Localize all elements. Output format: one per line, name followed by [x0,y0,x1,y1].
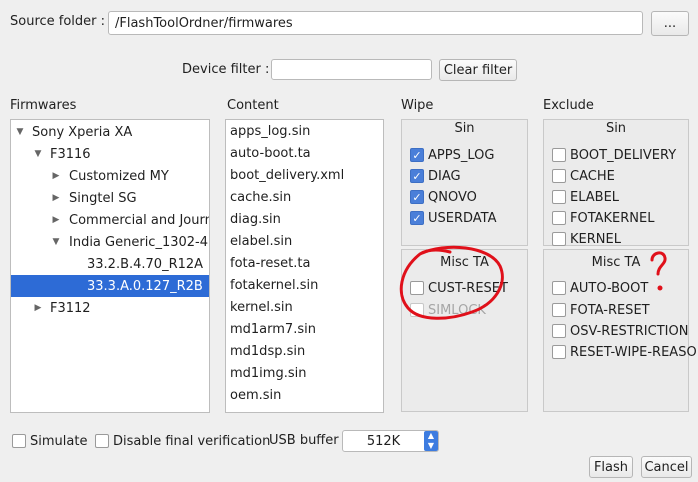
spin-arrows-icon[interactable]: ▲ ▼ [424,431,438,451]
exclude-cache-checkbox[interactable]: CACHE [552,166,615,186]
expanded-arrow-icon[interactable]: ▼ [51,237,61,247]
tree-item-sony-xperia-xa[interactable]: ▼ Sony Xperia XA [11,121,209,143]
list-item[interactable]: kernel.sin [226,297,383,319]
tree-item-india-generic[interactable]: ▼ India Generic_1302-438 [11,231,209,253]
checkbox-checked-icon[interactable] [410,211,424,225]
tree-item-commercial-and-journal[interactable]: ▶ Commercial and Journa [11,209,209,231]
tree-item-f3112[interactable]: ▶ F3112 [11,297,209,319]
wipe-sin-group: Sin APPS_LOG DIAG QNOVO USERDATA [401,119,528,246]
list-item[interactable]: cache.sin [226,187,383,209]
tree-item-customized-my[interactable]: ▶ Customized MY [11,165,209,187]
collapsed-arrow-icon[interactable]: ▶ [51,215,61,225]
list-item[interactable]: auto-boot.ta [226,143,383,165]
firmwares-tree[interactable]: ▼ Sony Xperia XA ▼ F3116 ▶ Customized MY… [10,119,210,413]
list-item[interactable]: md1img.sin [226,363,383,385]
exclude-reset-wipe-reason-checkbox[interactable]: RESET-WIPE-REASO [552,342,697,362]
list-item[interactable]: md1dsp.sin [226,341,383,363]
list-item[interactable]: diag.sin [226,209,383,231]
checkbox-checked-icon[interactable] [410,190,424,204]
checkbox-unchecked-icon[interactable] [552,211,566,225]
list-item[interactable]: oem.sin [226,385,383,407]
wipe-diag-checkbox[interactable]: DIAG [410,166,461,186]
tree-item-singtel-sg[interactable]: ▶ Singtel SG [11,187,209,209]
checkbox-unchecked-icon[interactable] [552,281,566,295]
browse-button[interactable]: ... [651,11,689,36]
list-item[interactable]: elabel.sin [226,231,383,253]
collapsed-arrow-icon[interactable]: ▶ [33,303,43,313]
checkbox-unchecked-icon[interactable] [12,434,26,448]
list-item[interactable]: boot_delivery.xml [226,165,383,187]
exclude-osv-restriction-checkbox[interactable]: OSV-RESTRICTION [552,321,688,341]
list-item[interactable]: fota-reset.ta [226,253,383,275]
checkbox-unchecked-icon[interactable] [552,169,566,183]
expanded-arrow-icon[interactable]: ▼ [15,127,25,137]
exclude-fotakernel-checkbox[interactable]: FOTAKERNEL [552,208,655,228]
checkbox-checked-icon[interactable] [410,169,424,183]
clear-filter-button[interactable]: Clear filter [439,59,517,81]
content-list[interactable]: apps_log.sin auto-boot.ta boot_delivery.… [225,119,384,413]
tree-item-f3116[interactable]: ▼ F3116 [11,143,209,165]
checkbox-unchecked-icon[interactable] [552,345,566,359]
source-folder-input[interactable]: /FlashToolOrdner/firmwares [108,11,643,35]
wipe-sin-title: Sin [454,121,475,136]
device-filter-input[interactable] [271,59,432,80]
simulate-checkbox[interactable]: Simulate [12,431,87,451]
tree-item-33-3-a-0-127[interactable]: 33.3.A.0.127_R2B [11,275,209,297]
exclude-elabel-checkbox[interactable]: ELABEL [552,187,619,207]
wipe-userdata-checkbox[interactable]: USERDATA [410,208,497,228]
wipe-qnovo-checkbox[interactable]: QNOVO [410,187,477,207]
checkbox-checked-icon[interactable] [410,148,424,162]
list-item[interactable]: md1arm7.sin [226,319,383,341]
wipe-apps-log-checkbox[interactable]: APPS_LOG [410,145,494,165]
source-folder-label: Source folder : [10,14,106,29]
checkbox-unchecked-icon[interactable] [552,232,566,246]
expanded-arrow-icon[interactable]: ▼ [33,149,43,159]
wipe-header: Wipe [401,98,434,113]
flash-button[interactable]: Flash [589,456,633,478]
exclude-kernel-checkbox[interactable]: KERNEL [552,229,621,249]
exclude-auto-boot-checkbox[interactable]: AUTO-BOOT [552,278,648,298]
checkbox-unchecked-icon[interactable] [552,303,566,317]
checkbox-unchecked-icon[interactable] [552,148,566,162]
red-circle-annotation [399,245,504,320]
checkbox-unchecked-icon[interactable] [552,324,566,338]
exclude-sin-title: Sin [605,121,627,136]
exclude-sin-group: Sin BOOT_DELIVERY CACHE ELABEL FOTAKERNE… [543,119,689,249]
list-item[interactable]: apps_log.sin [226,121,383,143]
usb-buffer-label: USB buffer [269,433,339,448]
checkbox-unchecked-icon[interactable] [552,190,566,204]
list-item[interactable]: fotakernel.sin [226,275,383,297]
tree-item-33-2-b-4-70[interactable]: 33.2.B.4.70_R12A [11,253,209,275]
exclude-fota-reset-checkbox[interactable]: FOTA-RESET [552,300,650,320]
checkbox-unchecked-icon[interactable] [95,434,109,448]
collapsed-arrow-icon[interactable]: ▶ [51,193,61,203]
firmwares-header: Firmwares [10,98,77,113]
disable-final-verification-checkbox[interactable]: Disable final verification [95,431,270,451]
content-header: Content [227,98,279,113]
exclude-boot-delivery-checkbox[interactable]: BOOT_DELIVERY [552,145,676,165]
exclude-header: Exclude [543,98,594,113]
device-filter-label: Device filter : [182,62,270,77]
question-mark-annotation [650,251,667,291]
collapsed-arrow-icon[interactable]: ▶ [51,171,61,181]
cancel-button[interactable]: Cancel [641,456,692,478]
